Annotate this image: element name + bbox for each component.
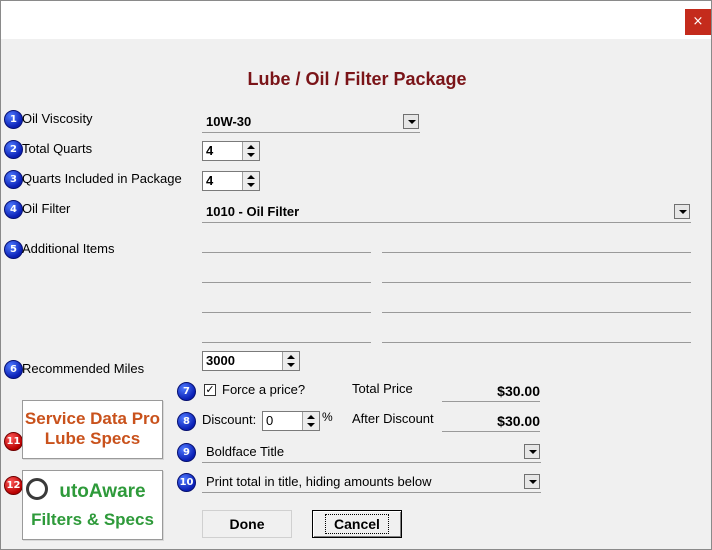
print-option-value: Print total in title, hiding amounts bel…: [206, 474, 432, 489]
title-bar: ×: [1, 1, 711, 39]
oil-viscosity-value: 10W-30: [206, 114, 252, 129]
discount-value: 0: [266, 413, 274, 428]
number-badge-2: 2: [4, 140, 23, 159]
additional-item-field[interactable]: [382, 312, 691, 313]
number-badge-7: 7: [177, 382, 196, 401]
number-badge-11: 11: [4, 432, 23, 451]
oil-filter-label: Oil Filter: [22, 201, 71, 216]
after-discount-label: After Discount: [352, 411, 434, 426]
service-data-logo-line1: Service Data Pro: [24, 409, 161, 428]
additional-item-field[interactable]: [382, 282, 691, 283]
force-price-checkbox[interactable]: ✓: [204, 384, 216, 396]
additional-items-label: Additional Items: [22, 241, 115, 256]
recommended-miles-value: 3000: [206, 353, 235, 368]
service-data-logo-line2: Lube Specs: [44, 429, 141, 448]
number-badge-3: 3: [4, 170, 23, 189]
number-badge-4: 4: [4, 200, 23, 219]
title-style-value: Boldface Title: [206, 444, 285, 459]
quarts-included-value: 4: [206, 173, 214, 188]
recommended-miles-label: Recommended Miles: [22, 361, 145, 376]
dialog-window: × Lube / Oil / Filter Package 1 Oil Visc…: [0, 0, 712, 550]
dropdown-arrow-icon[interactable]: [524, 474, 540, 489]
number-badge-9: 9: [177, 443, 196, 462]
number-badge-5: 5: [4, 240, 23, 259]
quarts-included-label: Quarts Included in Package: [22, 171, 182, 186]
spin-arrows-icon[interactable]: [282, 352, 299, 370]
recommended-miles-stepper[interactable]: 3000: [202, 351, 300, 371]
total-quarts-value: 4: [206, 143, 214, 158]
total-price-value: $30.00: [442, 381, 540, 402]
dropdown-arrow-icon[interactable]: [403, 114, 419, 129]
additional-item-field[interactable]: [202, 282, 371, 283]
dropdown-arrow-icon[interactable]: [674, 204, 690, 219]
print-option-select[interactable]: Print total in title, hiding amounts bel…: [202, 472, 541, 493]
oil-filter-value: 1010 - Oil Filter: [206, 204, 300, 219]
total-price-label: Total Price: [352, 381, 413, 396]
total-quarts-label: Total Quarts: [22, 141, 93, 156]
spin-arrows-icon[interactable]: [242, 172, 259, 190]
done-button[interactable]: Done: [202, 510, 292, 538]
percent-sign: %: [322, 410, 333, 424]
after-discount-value: $30.00: [442, 411, 540, 432]
quarts-included-stepper[interactable]: 4: [202, 171, 260, 191]
spin-arrows-icon[interactable]: [302, 412, 319, 430]
autoaware-logo-line2: Filters & Specs: [31, 510, 154, 529]
discount-label: Discount:: [202, 412, 257, 427]
service-data-pro-logo-button[interactable]: Service Data Pro Lube Specs: [22, 400, 163, 459]
additional-item-field[interactable]: [202, 312, 371, 313]
oil-viscosity-label: Oil Viscosity: [22, 111, 93, 126]
oil-filter-select[interactable]: 1010 - Oil Filter: [202, 202, 691, 223]
dropdown-arrow-icon[interactable]: [524, 444, 540, 459]
additional-item-field[interactable]: [202, 342, 371, 343]
discount-stepper[interactable]: 0: [262, 411, 320, 431]
number-badge-8: 8: [177, 412, 196, 431]
autoaware-logo-icon: [26, 478, 48, 500]
additional-item-field[interactable]: [382, 252, 691, 253]
force-price-label[interactable]: Force a price?: [222, 382, 305, 397]
close-button[interactable]: ×: [685, 9, 711, 35]
cancel-button[interactable]: Cancel: [312, 510, 402, 538]
number-badge-1: 1: [4, 110, 23, 129]
title-style-select[interactable]: Boldface Title: [202, 442, 541, 463]
additional-item-field[interactable]: [382, 342, 691, 343]
page-title: Lube / Oil / Filter Package: [247, 69, 467, 89]
number-badge-10: 10: [177, 473, 196, 492]
number-badge-12: 12: [4, 476, 23, 495]
autoaware-logo-button[interactable]: utoAware Filters & Specs: [22, 470, 163, 540]
number-badge-6: 6: [4, 360, 23, 379]
spin-arrows-icon[interactable]: [242, 142, 259, 160]
cancel-button-label: Cancel: [325, 514, 389, 534]
total-quarts-stepper[interactable]: 4: [202, 141, 260, 161]
additional-item-field[interactable]: [202, 252, 371, 253]
oil-viscosity-select[interactable]: 10W-30: [202, 112, 420, 133]
